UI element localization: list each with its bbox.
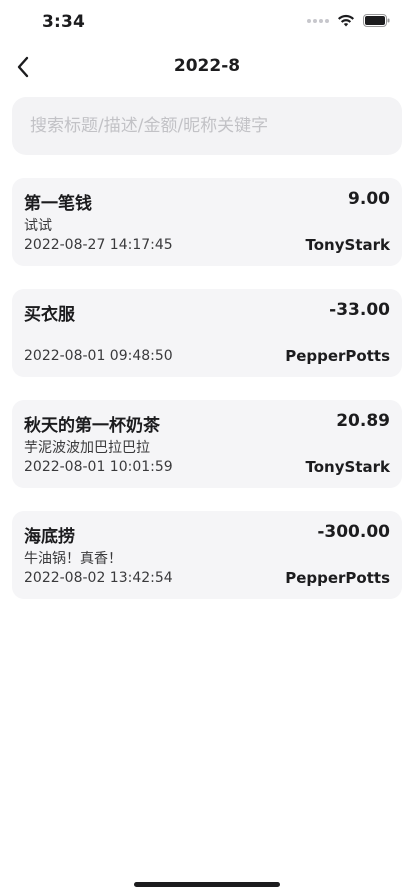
cellular-dots-icon (307, 18, 329, 23)
page-title: 2022-8 (173, 56, 241, 76)
record-nickname: PepperPotts (285, 569, 390, 587)
status-bar: 3:34 (0, 0, 414, 44)
search-input[interactable] (28, 115, 386, 137)
record-nickname: PepperPotts (285, 347, 390, 365)
record-time: 2022-08-02 13:42:54 (24, 570, 173, 586)
record-title: 海底捞 (24, 527, 75, 547)
record-nickname: TonyStark (305, 458, 390, 476)
record-description: 芋泥波波加巴拉巴拉 (24, 440, 150, 456)
record-title: 买衣服 (24, 305, 75, 325)
record-card[interactable]: 第一笔钱 9.00 试试 2022-08-27 14:17:45 TonySta… (12, 178, 402, 266)
record-card[interactable]: 买衣服 -33.00 2022-08-01 09:48:50 PepperPot… (12, 289, 402, 377)
record-time: 2022-08-27 14:17:45 (24, 237, 173, 253)
record-amount: -33.00 (329, 300, 390, 320)
record-amount: 20.89 (336, 411, 390, 431)
record-card[interactable]: 海底捞 -300.00 牛油锅！真香！ 2022-08-02 13:42:54 … (12, 511, 402, 599)
home-indicator (134, 882, 280, 887)
record-time: 2022-08-01 09:48:50 (24, 348, 173, 364)
record-amount: -300.00 (317, 522, 390, 542)
battery-icon (363, 14, 390, 27)
record-amount: 9.00 (348, 189, 390, 209)
record-card[interactable]: 秋天的第一杯奶茶 20.89 芋泥波波加巴拉巴拉 2022-08-01 10:0… (12, 400, 402, 488)
record-time: 2022-08-01 10:01:59 (24, 459, 173, 475)
wifi-icon (338, 14, 354, 27)
status-icons (307, 14, 390, 27)
status-time: 3:34 (42, 12, 86, 32)
record-title: 第一笔钱 (24, 194, 92, 214)
record-list: 第一笔钱 9.00 试试 2022-08-27 14:17:45 TonySta… (12, 178, 402, 622)
nav-bar: 2022-8 (0, 44, 414, 90)
record-nickname: TonyStark (305, 236, 390, 254)
record-title: 秋天的第一杯奶茶 (24, 416, 160, 436)
search-box[interactable] (12, 97, 402, 155)
record-description: 牛油锅！真香！ (24, 551, 122, 567)
record-description: 试试 (24, 218, 52, 234)
